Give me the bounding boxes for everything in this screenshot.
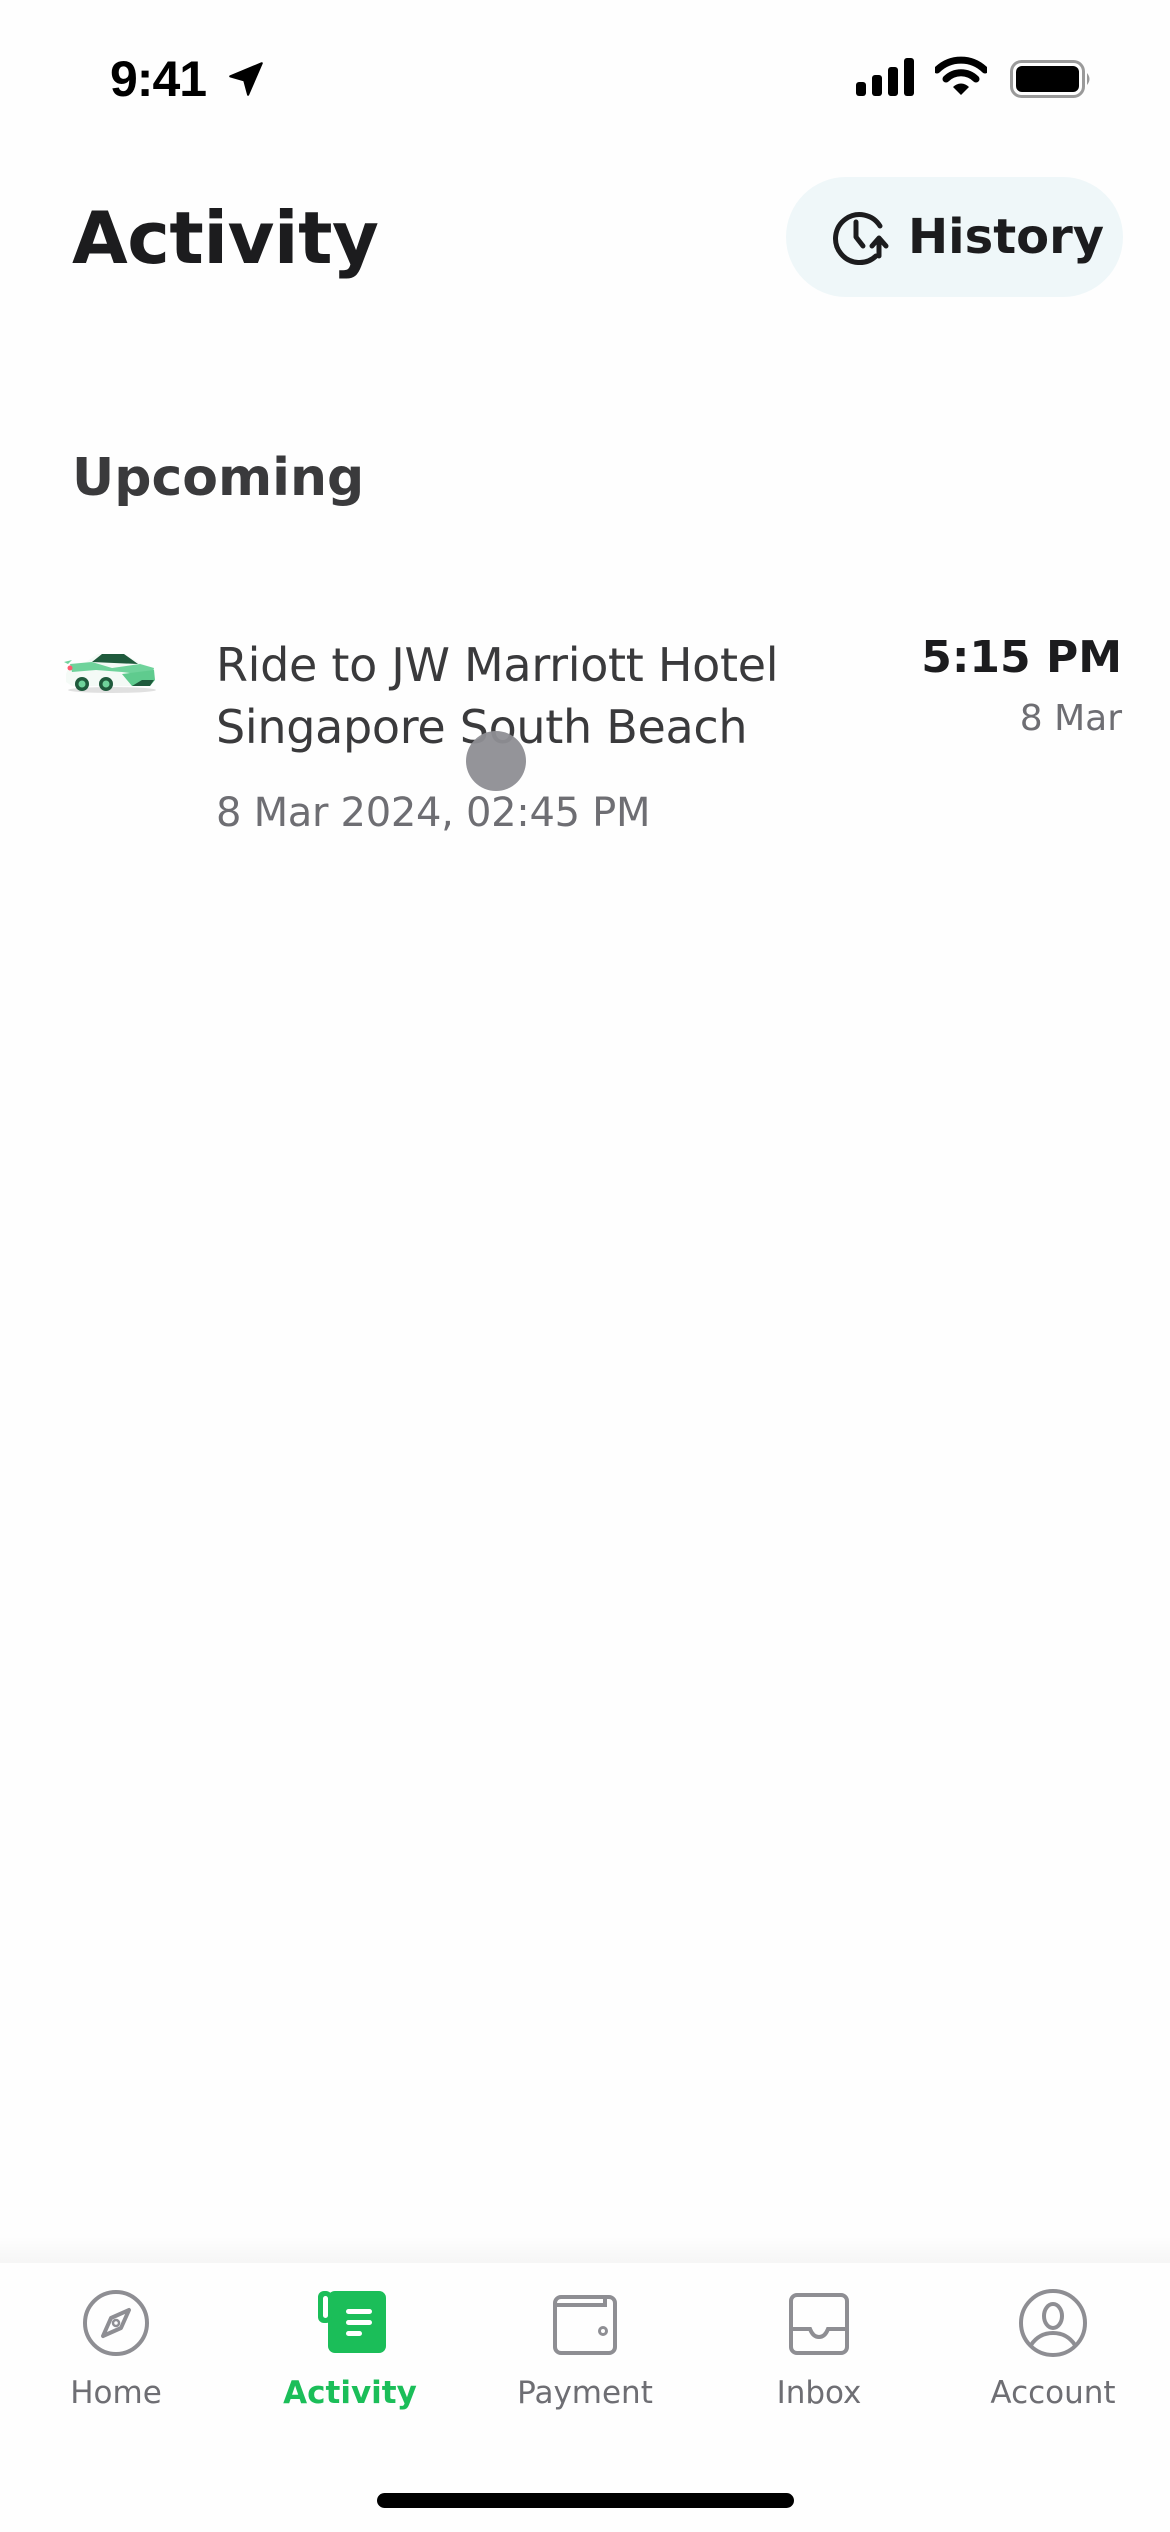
upcoming-ride-item[interactable]: Ride to JW Marriott Hotel Singapore Sout…: [0, 620, 1170, 860]
battery-icon: [1010, 60, 1090, 98]
ride-pickup-date: 8 Mar: [1019, 698, 1122, 739]
wifi-icon: [935, 56, 987, 95]
wallet-icon: [553, 2295, 617, 2355]
status-time: 9:41: [110, 51, 207, 107]
location-arrow-icon: [229, 62, 263, 96]
page-title: Activity: [72, 196, 379, 280]
tab-label-payment: Payment: [517, 2375, 653, 2411]
ride-booked-datetime: 8 Mar 2024, 02:45 PM: [216, 790, 651, 836]
cellular-signal-icon: [856, 58, 914, 96]
account-user-icon: [1019, 2289, 1087, 2357]
compass-icon: [83, 2290, 149, 2356]
activity-list-icon: [318, 2291, 386, 2353]
car-icon: [64, 654, 156, 693]
tab-label-account: Account: [990, 2375, 1116, 2411]
touch-indicator: [466, 731, 526, 791]
history-button[interactable]: History: [786, 177, 1123, 297]
section-title-upcoming: Upcoming: [72, 448, 365, 508]
tab-inbox[interactable]: Inbox: [719, 2287, 919, 2437]
tab-label-inbox: Inbox: [776, 2375, 862, 2411]
tab-activity[interactable]: Activity: [250, 2287, 450, 2437]
inbox-tray-icon: [789, 2293, 849, 2355]
history-button-label: History: [908, 209, 1105, 265]
history-clock-icon: [833, 212, 889, 265]
status-bar: 9:41: [0, 0, 1170, 150]
tab-payment[interactable]: Payment: [485, 2287, 685, 2437]
tab-label-home: Home: [70, 2375, 162, 2411]
home-indicator[interactable]: [377, 2493, 794, 2508]
tab-home[interactable]: Home: [16, 2287, 216, 2437]
tab-bar: Home Activity Payment Inbox Account: [0, 2263, 1170, 2532]
tab-account[interactable]: Account: [953, 2287, 1153, 2437]
tab-bar-shadow: [0, 2236, 1170, 2264]
ride-pickup-time: 5:15 PM: [921, 632, 1122, 683]
tab-label-activity: Activity: [283, 2375, 417, 2411]
